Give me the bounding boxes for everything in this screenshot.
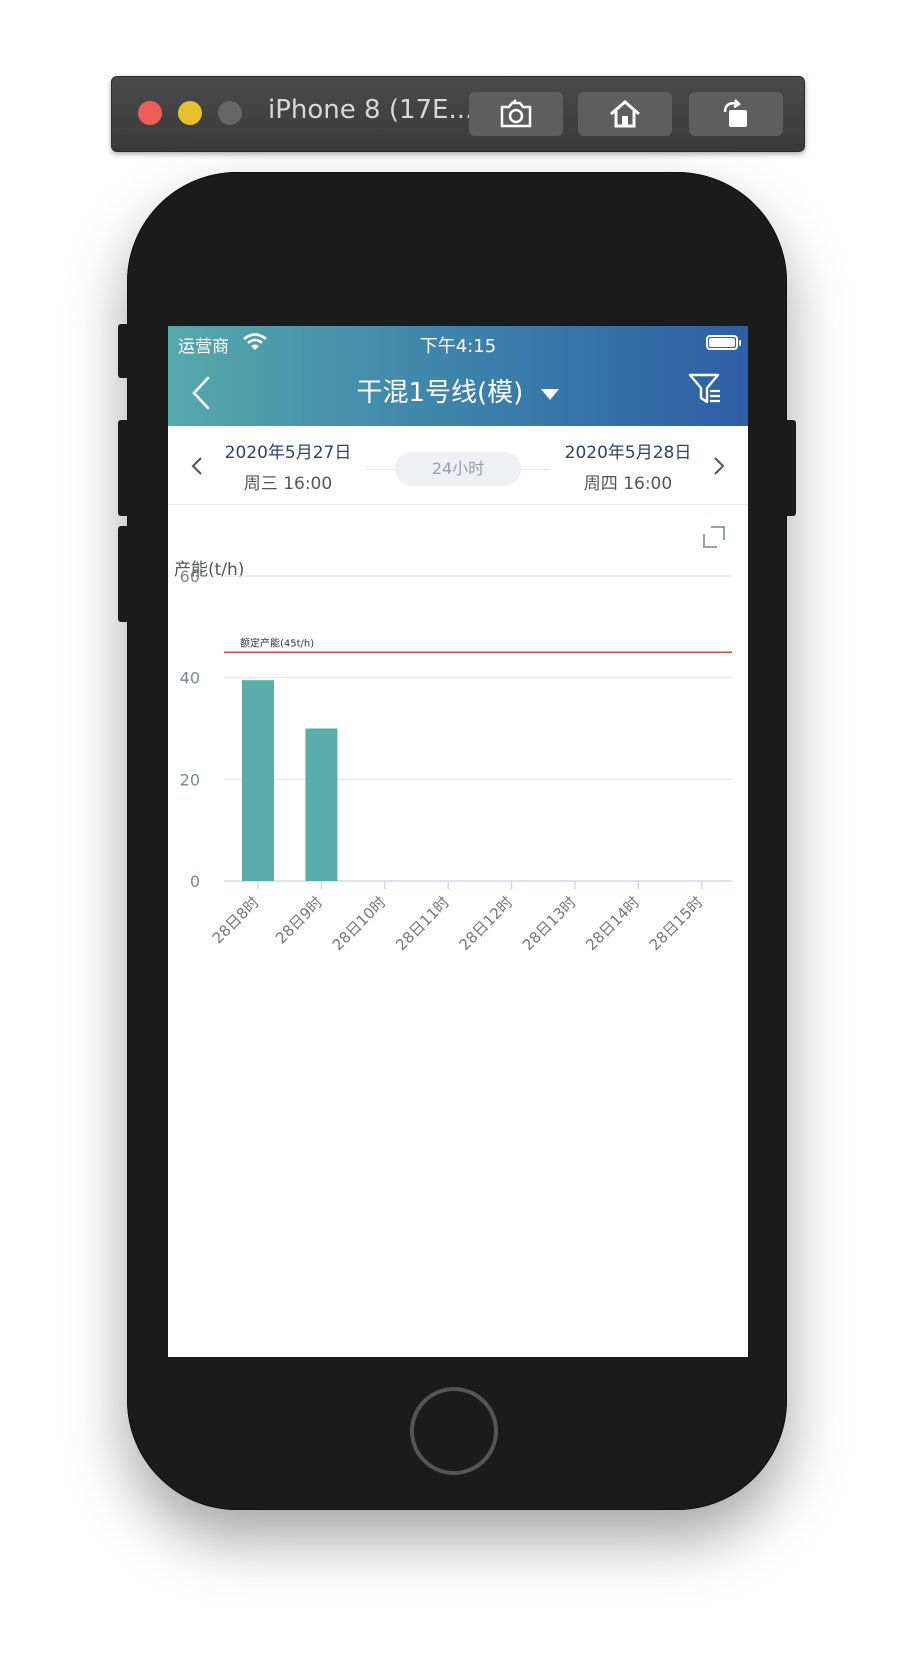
end-date-label: 2020年5月28日 [564, 443, 692, 463]
x-tick-label: 28日10时 [329, 893, 390, 954]
chevron-left-icon[interactable] [190, 456, 204, 476]
volume-down-button [118, 526, 130, 622]
end-date[interactable]: 2020年5月28日 周四 16:00 [558, 438, 698, 494]
bar [242, 680, 274, 881]
y-tick-label: 60 [180, 567, 200, 586]
app-header: 运营商 下午4:15 干混1号线(模) [168, 326, 748, 426]
home-button[interactable] [578, 92, 672, 136]
start-date[interactable]: 2020年5月27日 周三 16:00 [218, 438, 358, 494]
start-date-label: 2020年5月27日 [224, 443, 352, 463]
x-tick-label: 28日13时 [519, 893, 580, 954]
x-tick-label: 28日9时 [272, 893, 326, 947]
home-icon [610, 100, 640, 128]
x-tick-label: 28日11时 [392, 893, 453, 954]
mute-switch [118, 324, 130, 378]
close-window-button[interactable] [138, 101, 162, 125]
y-tick-label: 0 [190, 872, 200, 891]
page-title: 干混1号线(模) [356, 378, 524, 408]
caret-down-icon [540, 388, 559, 400]
screenshot-button[interactable] [469, 92, 563, 136]
rated-capacity-label: 额定产能(45t/h) [240, 636, 314, 649]
x-tick-label: 28日15时 [646, 893, 707, 954]
app-screen: 运营商 下午4:15 干混1号线(模) 2020年5月27日 周三 16:00 … [168, 326, 748, 1357]
range-divider [520, 469, 550, 470]
battery-icon [706, 335, 741, 350]
filter-icon[interactable] [688, 372, 722, 406]
x-tick-label: 28日12时 [455, 893, 516, 954]
range-divider [366, 469, 396, 470]
start-time-label: 周三 16:00 [243, 474, 333, 494]
simulator-title: iPhone 8 (17E... [268, 95, 474, 125]
power-button [784, 420, 796, 516]
simulator-toolbar: iPhone 8 (17E... [111, 76, 805, 152]
end-time-label: 周四 16:00 [583, 474, 673, 494]
y-tick-label: 40 [180, 669, 200, 688]
range-pill[interactable]: 24小时 [395, 452, 521, 486]
x-tick-label: 28日14时 [582, 893, 643, 954]
rotate-button[interactable] [689, 92, 783, 136]
camera-icon [500, 99, 532, 128]
line-selector[interactable]: 干混1号线(模) [168, 372, 748, 409]
status-time: 下午4:15 [419, 336, 497, 357]
bar [305, 728, 338, 881]
phone-home-button[interactable] [410, 1387, 498, 1475]
volume-up-button [118, 420, 130, 516]
y-tick-label: 20 [180, 770, 200, 789]
capacity-chart: 0 20 40 60 28日8时 28日9时 28日10时 28日11时 28日12时 28日13… [180, 567, 732, 954]
x-tick-label: 28日8时 [209, 893, 263, 947]
rotate-icon [723, 99, 747, 127]
date-range-bar: 2020年5月27日 周三 16:00 24小时 2020年5月28日 周四 1… [168, 426, 748, 505]
minimize-window-button[interactable] [178, 101, 202, 125]
chevron-right-icon[interactable] [712, 456, 726, 476]
zoom-window-button[interactable] [218, 101, 242, 125]
